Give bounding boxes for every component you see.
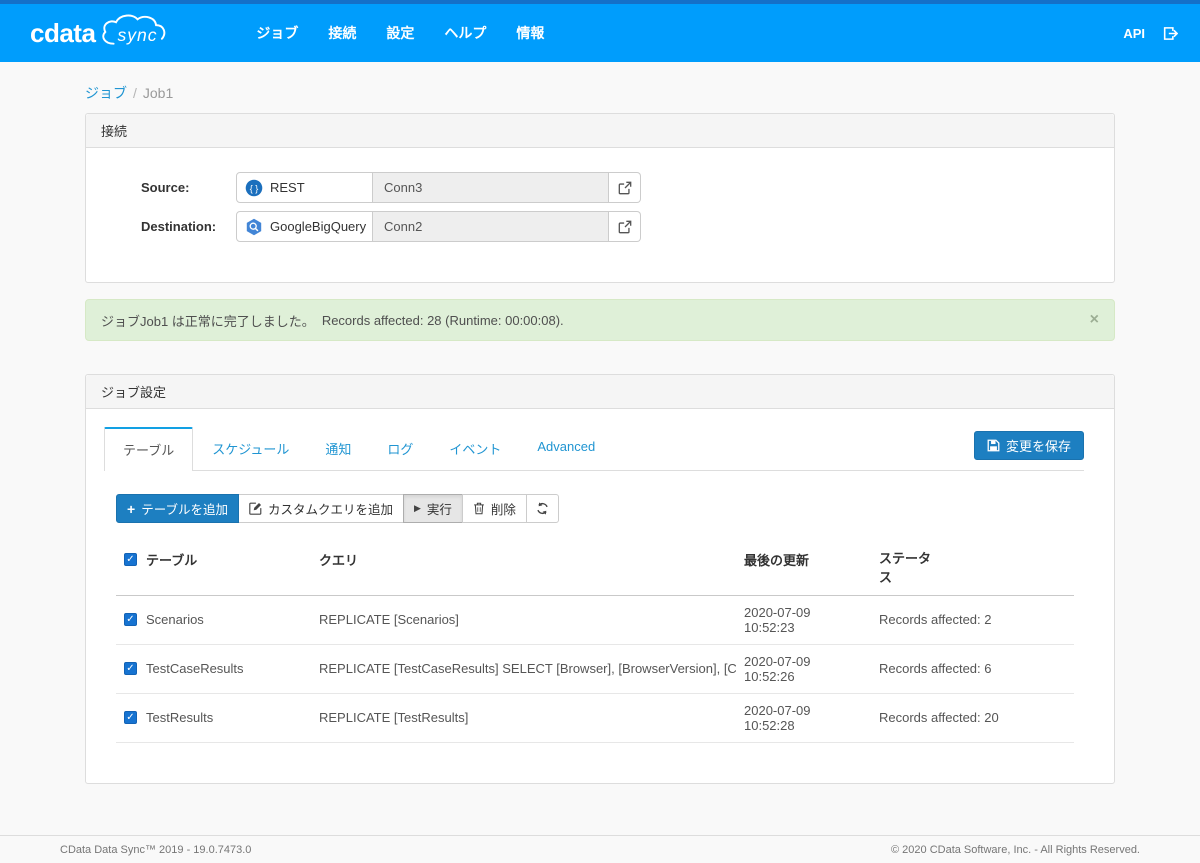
job-settings-panel-title: ジョブ設定 — [86, 375, 1114, 409]
add-custom-query-button[interactable]: カスタムクエリを追加 — [237, 494, 404, 523]
destination-connection-name: Conn2 — [373, 211, 609, 242]
add-table-button[interactable]: + テーブルを追加 — [116, 494, 239, 523]
nav-item-settings[interactable]: 設定 — [371, 15, 429, 51]
external-link-icon — [618, 181, 631, 194]
alert-close-icon[interactable]: × — [1090, 312, 1099, 328]
table-name: Scenarios — [146, 612, 204, 628]
page-footer: CData Data Sync™ 2019 - 19.0.7473.0 © 20… — [0, 835, 1200, 863]
table-query: REPLICATE [Scenarios] — [311, 595, 736, 645]
job-success-alert: ジョブJob1 は正常に完了しました。 Records affected: 28… — [85, 299, 1115, 341]
refresh-icon — [537, 502, 548, 515]
table-query: REPLICATE [TestCaseResults] SELECT [Brow… — [311, 644, 736, 694]
run-button[interactable]: ▶ 実行 — [402, 494, 463, 523]
destination-label: Destination: — [141, 219, 217, 234]
destination-connection-row: Destination: GoogleBigQuery Conn2 — [141, 211, 1099, 242]
plus-icon: + — [127, 500, 136, 517]
trash-icon — [474, 502, 484, 515]
column-header-last-update: 最後の更新 — [736, 541, 871, 596]
save-changes-button[interactable]: 変更を保存 — [973, 431, 1084, 460]
nav-item-help[interactable]: ヘルプ — [429, 15, 501, 51]
svg-text:sync: sync — [118, 25, 158, 45]
table-row[interactable]: ✓ TestCaseResults REPLICATE [TestCaseRes… — [116, 644, 1075, 694]
top-navbar: cdata sync ジョブ 接続 設定 ヘルプ 情報 API — [0, 0, 1200, 62]
source-connector-name: REST — [270, 180, 305, 195]
main-nav: ジョブ 接続 設定 ヘルプ 情報 — [241, 15, 559, 51]
alert-message-jp: ジョブJob1 は正常に完了しました。 — [101, 313, 315, 329]
breadcrumb-current: Job1 — [142, 85, 174, 101]
play-icon: ▶ — [413, 503, 421, 513]
breadcrumb-separator: / — [133, 85, 137, 101]
destination-connector-box: GoogleBigQuery — [236, 211, 373, 242]
row-checkbox[interactable]: ✓ — [124, 711, 137, 725]
table-status: Records affected: 20 — [871, 693, 1075, 743]
svg-text:{ }: { } — [250, 183, 259, 193]
logo-sync-cloud-icon: sync — [102, 14, 166, 45]
alert-message-records: Records affected: 28 (Runtime: 00:00:08)… — [321, 312, 564, 328]
table-query: REPLICATE [TestResults] — [311, 693, 736, 743]
bigquery-connector-icon — [245, 218, 263, 236]
job-settings-panel: ジョブ設定 テーブル スケジュール 通知 ログ イベント Advanced 変更… — [85, 374, 1115, 784]
table-name: TestCaseResults — [146, 661, 244, 677]
connections-panel: 接続 Source: { } REST Conn3 Destination: G… — [85, 113, 1115, 283]
tables-toolbar: + テーブルを追加 カスタムクエリを追加 ▶ 実行 削除 — [116, 494, 559, 523]
table-row[interactable]: ✓ TestResults REPLICATE [TestResults] 20… — [116, 693, 1075, 743]
tables-list: ✓ テーブル クエリ 最後の更新 ステータス ✓ Scenarios REPLI… — [116, 541, 1075, 743]
table-status: Records affected: 2 — [871, 595, 1075, 645]
nav-item-api[interactable]: API — [1123, 26, 1145, 41]
nav-item-connections[interactable]: 接続 — [313, 15, 371, 51]
nav-item-jobs[interactable]: ジョブ — [241, 15, 313, 51]
app-logo[interactable]: cdata sync — [30, 14, 179, 51]
logout-icon[interactable] — [1163, 26, 1178, 41]
delete-button[interactable]: 削除 — [461, 494, 527, 523]
destination-connector-name: GoogleBigQuery — [270, 219, 367, 234]
source-connection-row: Source: { } REST Conn3 — [141, 172, 1099, 203]
tab-advanced[interactable]: Advanced — [520, 427, 612, 470]
footer-copyright: © 2020 CData Software, Inc. - All Rights… — [891, 843, 1140, 856]
refresh-button[interactable] — [525, 494, 559, 523]
table-last-update: 2020-07-09 10:52:28 — [736, 693, 871, 743]
breadcrumb-jobs-link[interactable]: ジョブ — [85, 85, 127, 101]
logo-cdata-text: cdata — [30, 18, 96, 48]
tab-notifications[interactable]: 通知 — [308, 427, 368, 470]
column-header-query: クエリ — [311, 541, 736, 596]
nav-item-info[interactable]: 情報 — [501, 15, 559, 51]
source-open-connection-button[interactable] — [609, 172, 641, 203]
select-all-checkbox[interactable]: ✓ — [124, 553, 137, 566]
table-header-row: ✓ テーブル クエリ 最後の更新 ステータス — [116, 541, 1075, 596]
rest-connector-icon: { } — [245, 179, 263, 197]
source-connection-name: Conn3 — [373, 172, 609, 203]
table-name: TestResults — [146, 710, 214, 726]
connections-panel-title: 接続 — [86, 114, 1114, 148]
table-last-update: 2020-07-09 10:52:23 — [736, 595, 871, 645]
save-floppy-icon — [987, 439, 1000, 452]
footer-version: CData Data Sync™ 2019 - 19.0.7473.0 — [60, 843, 252, 856]
row-checkbox[interactable]: ✓ — [124, 613, 137, 627]
source-connector-box: { } REST — [236, 172, 373, 203]
external-link-icon — [618, 220, 631, 233]
tab-logs[interactable]: ログ — [370, 427, 430, 470]
source-label: Source: — [141, 180, 190, 195]
column-header-table: テーブル — [146, 553, 198, 568]
edit-icon — [249, 502, 262, 515]
table-status: Records affected: 6 — [871, 644, 1075, 694]
breadcrumb: ジョブ / Job1 — [85, 83, 1115, 103]
table-last-update: 2020-07-09 10:52:26 — [736, 644, 871, 694]
tab-tables[interactable]: テーブル — [104, 427, 194, 471]
column-header-status: ステータス — [879, 551, 932, 585]
row-checkbox[interactable]: ✓ — [124, 662, 137, 676]
job-settings-tabs: テーブル スケジュール 通知 ログ イベント Advanced — [104, 427, 1084, 471]
tab-schedule[interactable]: スケジュール — [195, 427, 306, 470]
tab-events[interactable]: イベント — [432, 427, 518, 470]
destination-open-connection-button[interactable] — [609, 211, 641, 242]
table-row[interactable]: ✓ Scenarios REPLICATE [Scenarios] 2020-0… — [116, 595, 1075, 645]
